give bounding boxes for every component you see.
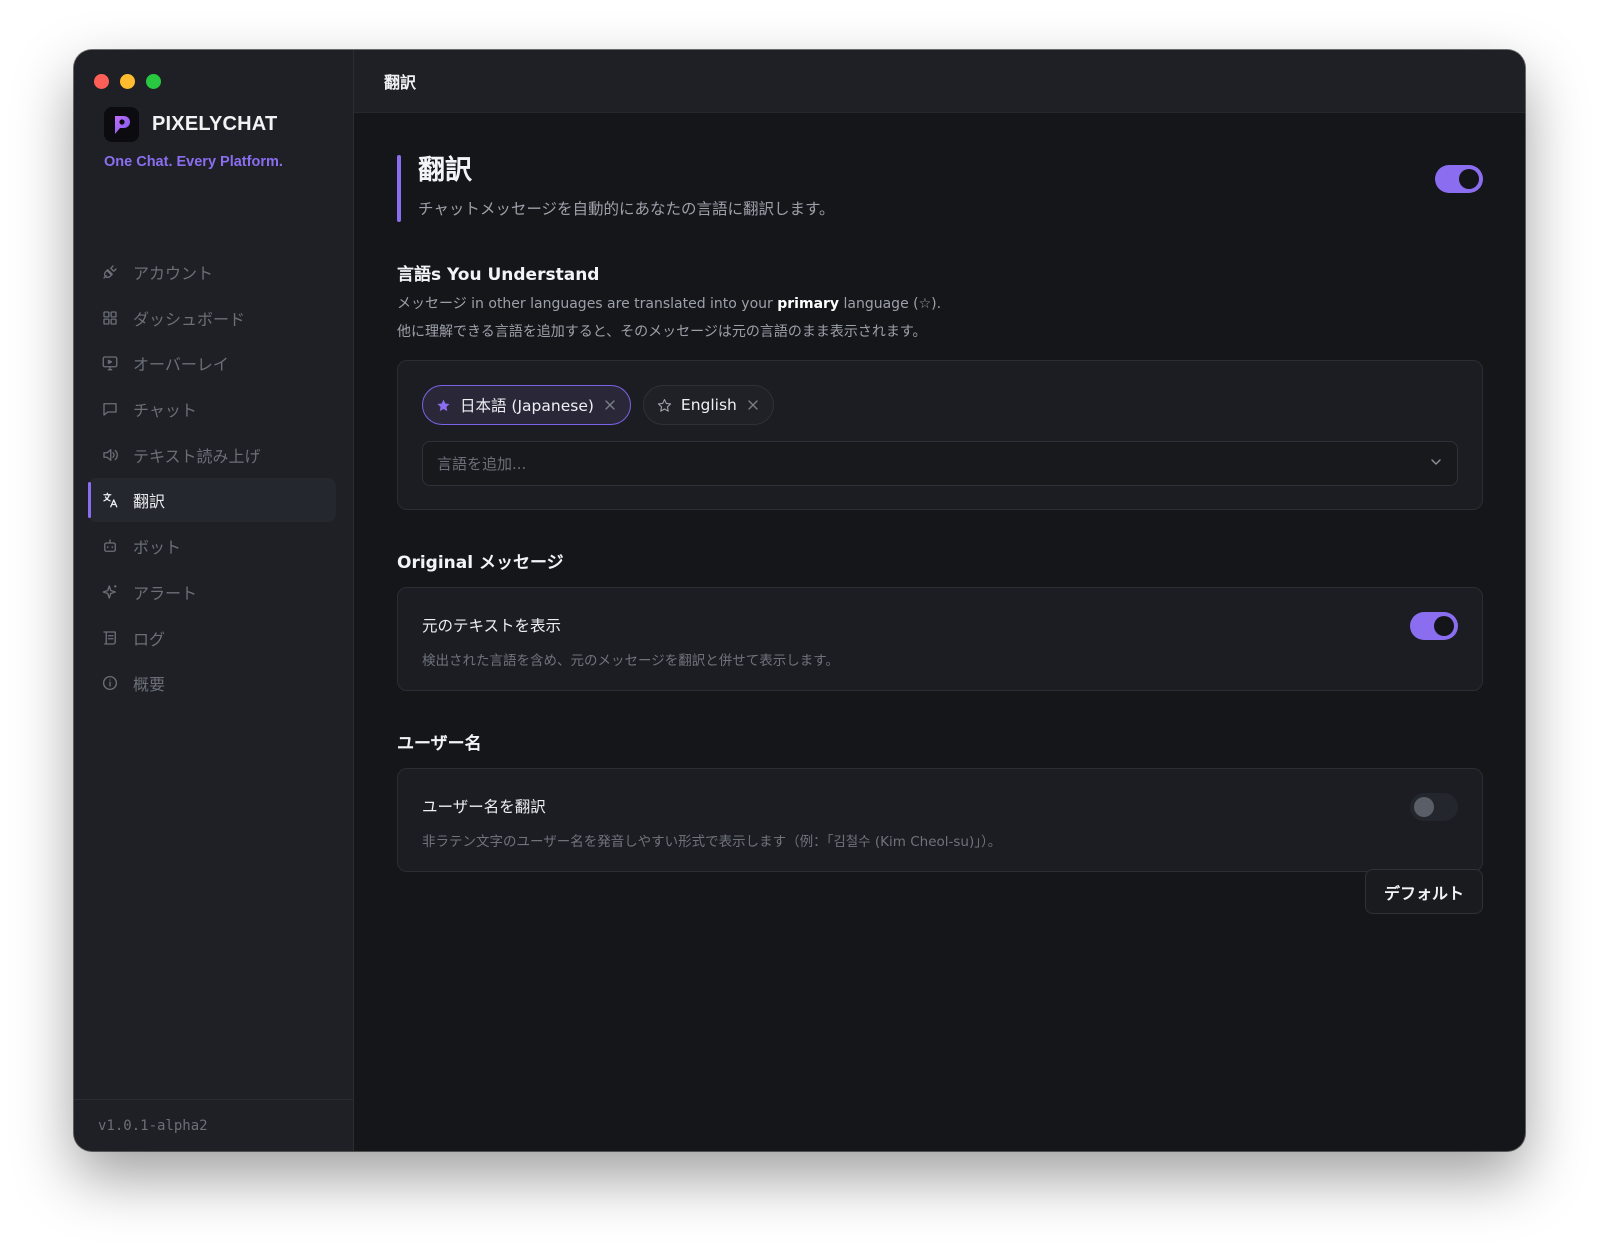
translate-usernames-description: 非ラテン文字のユーザー名を発音しやすい形式で表示します（例：「김철수 (Kim …: [422, 834, 1002, 850]
pixelychat-logo-icon: [104, 107, 139, 142]
sidebar-item-bot[interactable]: ボット: [88, 524, 336, 568]
add-language-dropdown[interactable]: 言語を追加...: [422, 441, 1458, 486]
sidebar-item-label: アラート: [133, 583, 198, 603]
window-controls: [94, 74, 161, 89]
sidebar-item-label: アカウント: [133, 264, 214, 283]
sidebar-item-tts[interactable]: テキスト読み上げ: [88, 433, 336, 477]
sidebar-item-label: テキスト読み上げ: [133, 446, 261, 466]
bot-icon: [100, 536, 120, 556]
sidebar-item-dashboard[interactable]: ダッシュボード: [88, 296, 336, 340]
page-hero: 翻訳 チャットメッセージを自動的にあなたの言語に翻訳します。: [397, 155, 1483, 222]
toggle-knob: [1434, 616, 1454, 636]
star-filled-icon[interactable]: [436, 398, 451, 413]
translate-icon: [100, 490, 120, 510]
add-language-placeholder: 言語を追加...: [437, 455, 527, 473]
languages-description-line1: メッセージ in other languages are translated …: [397, 290, 1483, 318]
languages-description: メッセージ in other languages are translated …: [397, 290, 1483, 346]
page-title: 翻訳: [418, 155, 472, 186]
translation-enable-toggle[interactable]: [1435, 165, 1483, 193]
sidebar-item-label: ログ: [133, 629, 166, 649]
translate-usernames-toggle[interactable]: [1410, 793, 1458, 821]
star-outline-icon[interactable]: [657, 398, 672, 413]
sidebar-item-logs[interactable]: ログ: [88, 616, 336, 660]
translate-usernames-card: ユーザー名を翻訳 非ラテン文字のユーザー名を発音しやすい形式で表示します（例：「…: [397, 768, 1483, 872]
page-description: チャットメッセージを自動的にあなたの言語に翻訳します。: [418, 200, 835, 218]
page-header-title: 翻訳: [384, 73, 417, 92]
sidebar-item-chat[interactable]: チャット: [88, 387, 336, 431]
sidebar-item-translation[interactable]: 翻訳: [88, 478, 336, 523]
sidebar-item-alerts[interactable]: アラート: [88, 570, 336, 614]
info-icon: [100, 673, 120, 693]
sparkle-icon: [100, 582, 120, 602]
language-chip-label: 日本語 (Japanese): [460, 397, 594, 415]
toggle-knob: [1459, 169, 1479, 189]
close-window-button[interactable]: [94, 74, 109, 89]
languages-desc-bold: primary: [777, 296, 840, 312]
sidebar-item-label: チャット: [133, 401, 197, 421]
show-original-toggle[interactable]: [1410, 612, 1458, 640]
languages-description-line2: 他に理解できる言語を追加すると、そのメッセージは元の言語のまま表示されます。: [397, 324, 927, 340]
sidebar: PIXELYCHAT One Chat. Every Platform. アカウ…: [74, 50, 354, 1151]
languages-desc-part1: メッセージ in other languages are translated …: [397, 296, 778, 312]
sidebar-item-overlay[interactable]: オーバーレイ: [88, 341, 336, 385]
sidebar-nav: アカウント ダッシュボード オーバーレイ チャット テキスト読み上げ 翻訳 ボッ…: [88, 250, 336, 707]
minimize-window-button[interactable]: [120, 74, 135, 89]
original-section-title: Original メッセージ: [397, 553, 564, 573]
sidebar-item-label: 概要: [133, 675, 166, 695]
language-chip-label: English: [680, 396, 737, 414]
scroll-icon: [100, 628, 120, 648]
sidebar-footer: v1.0.1-alpha2: [74, 1099, 353, 1151]
brand-name: PIXELYCHAT: [152, 113, 278, 135]
reset-default-button[interactable]: デフォルト: [1365, 869, 1483, 914]
speaker-icon: [100, 445, 120, 465]
languages-section-title: 言語s You Understand: [397, 265, 600, 285]
sidebar-item-account[interactable]: アカウント: [88, 250, 336, 294]
sidebar-item-about[interactable]: 概要: [88, 661, 336, 705]
maximize-window-button[interactable]: [146, 74, 161, 89]
top-bar: 翻訳: [354, 50, 1525, 113]
sidebar-item-label: オーバーレイ: [133, 355, 229, 375]
language-chip-english[interactable]: English: [642, 385, 774, 425]
dashboard-grid-icon: [100, 308, 120, 328]
tagline: One Chat. Every Platform.: [104, 154, 283, 170]
version-label: v1.0.1-alpha2: [98, 1117, 208, 1134]
language-chip-japanese[interactable]: 日本語 (Japanese): [422, 385, 631, 425]
language-chips: 日本語 (Japanese) English: [422, 385, 1458, 425]
toggle-knob: [1414, 797, 1434, 817]
monitor-icon: [100, 353, 120, 373]
sidebar-item-label: ダッシュボード: [133, 309, 246, 329]
usernames-section-title: ユーザー名: [397, 734, 482, 754]
languages-card: 日本語 (Japanese) English 言語を追加...: [397, 360, 1483, 510]
settings-content: 翻訳 チャットメッセージを自動的にあなたの言語に翻訳します。 言語s You U…: [397, 113, 1483, 914]
sidebar-item-label: 翻訳: [133, 492, 166, 512]
remove-language-icon[interactable]: [604, 399, 616, 411]
show-original-card: 元のテキストを表示 検出された言語を含め、元のメッセージを翻訳と併せて表示します…: [397, 587, 1483, 691]
main-panel: 翻訳 翻訳 チャットメッセージを自動的にあなたの言語に翻訳します。 言語s Yo…: [354, 50, 1525, 1151]
remove-language-icon[interactable]: [747, 399, 759, 411]
languages-desc-part2: language (☆).: [839, 296, 942, 312]
show-original-label: 元のテキストを表示: [422, 617, 562, 635]
sidebar-item-label: ボット: [133, 538, 182, 558]
chevron-down-icon: [1429, 454, 1443, 473]
plug-icon: [100, 262, 120, 282]
translate-usernames-label: ユーザー名を翻訳: [422, 798, 546, 816]
app-window: PIXELYCHAT One Chat. Every Platform. アカウ…: [74, 50, 1525, 1151]
chat-bubble-icon: [100, 399, 120, 419]
brand: PIXELYCHAT: [104, 107, 277, 142]
show-original-description: 検出された言語を含め、元のメッセージを翻訳と併せて表示します。: [422, 653, 839, 669]
